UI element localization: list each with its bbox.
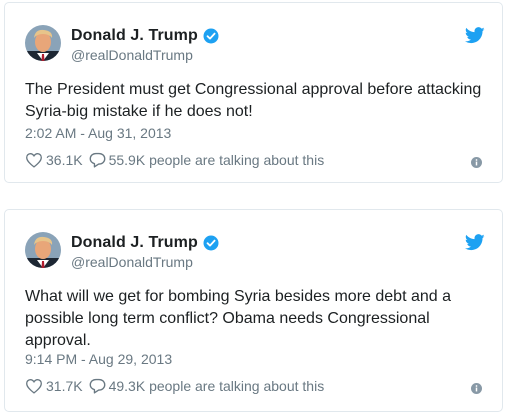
avatar[interactable]	[25, 25, 61, 61]
talking-count: 49.3K people are talking about this	[108, 378, 325, 394]
speech-bubble-icon	[89, 378, 106, 394]
tweet-card[interactable]: Donald J. Trump @realDonaldTrump What wi…	[4, 209, 503, 412]
like-count: 36.1K	[46, 152, 83, 168]
like-count: 31.7K	[46, 378, 83, 394]
tweet-text: What will we get for bombing Syria besid…	[25, 288, 451, 349]
info-icon[interactable]	[471, 155, 482, 168]
display-name[interactable]: Donald J. Trump	[71, 27, 198, 45]
tweet-timestamp[interactable]: 9:14 PM - Aug 29, 2013	[25, 351, 172, 367]
tweet-text: The President must get Congressional app…	[25, 81, 482, 120]
user-handle[interactable]: @realDonaldTrump	[71, 254, 193, 270]
speech-bubble-icon	[89, 152, 106, 168]
heart-icon	[26, 379, 42, 394]
tweet-card[interactable]: Donald J. Trump @realDonaldTrump The Pre…	[4, 2, 503, 183]
twitter-bird-icon[interactable]	[464, 27, 485, 44]
verified-badge-icon	[203, 28, 219, 44]
avatar[interactable]	[25, 232, 61, 268]
display-name[interactable]: Donald J. Trump	[71, 234, 198, 252]
user-handle[interactable]: @realDonaldTrump	[71, 47, 193, 63]
like-button[interactable]: 31.7K	[25, 378, 83, 394]
verified-badge-icon	[203, 235, 219, 251]
twitter-bird-icon[interactable]	[464, 234, 485, 251]
reply-button[interactable]: 49.3K people are talking about this	[89, 378, 325, 394]
talking-count: 55.9K people are talking about this	[108, 152, 325, 168]
heart-icon	[26, 153, 42, 168]
tweet-timestamp[interactable]: 2:02 AM - Aug 31, 2013	[25, 125, 171, 141]
like-button[interactable]: 36.1K	[25, 152, 83, 168]
reply-button[interactable]: 55.9K people are talking about this	[89, 152, 325, 168]
info-icon[interactable]	[471, 381, 482, 394]
